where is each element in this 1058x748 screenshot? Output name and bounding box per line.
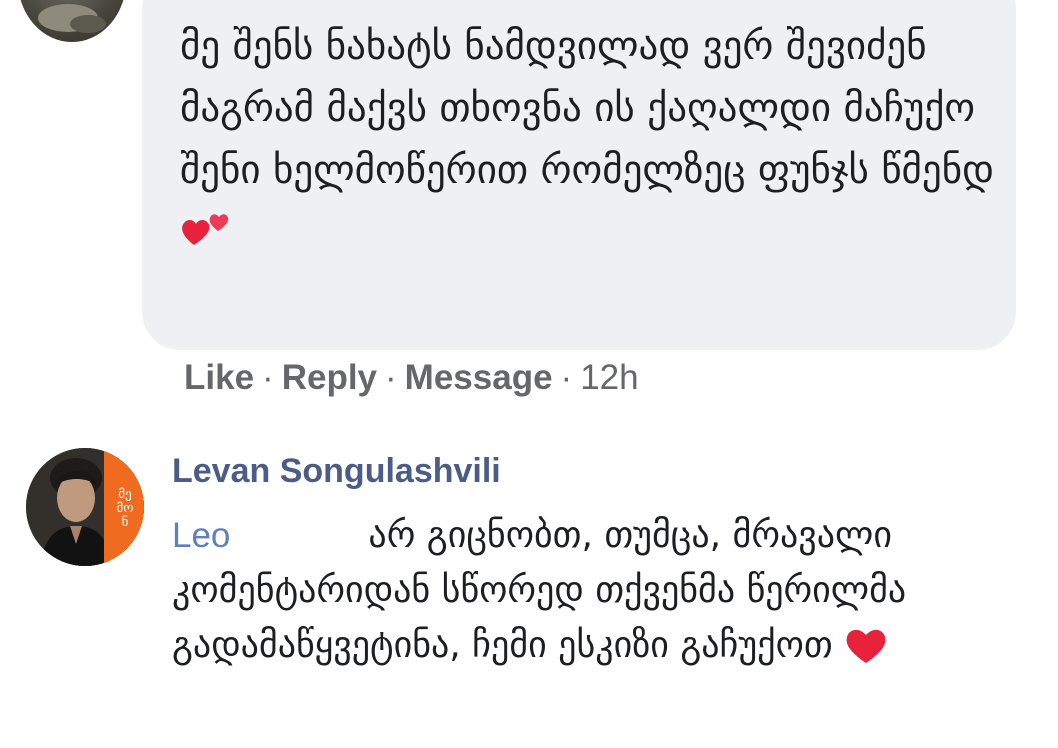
comment-text: მე შენს ნახატს ნამდვილად ვერ შევიძენ მაგ… [180, 16, 1000, 264]
comment-body-text: მე შენს ნახატს ნამდვილად ვერ შევიძენ მაგ… [180, 24, 994, 193]
commenter-avatar[interactable] [18, 0, 126, 42]
comment-thread: მე შენს ნახატს ნამდვილად ვერ შევიძენ მაგ… [0, 0, 1058, 748]
timestamp[interactable]: 12h [580, 358, 638, 397]
separator: · [385, 358, 397, 397]
reply-button[interactable]: Reply [282, 358, 377, 397]
reply-author-avatar[interactable]: მე მო ნ [26, 448, 144, 566]
separator: · [262, 358, 274, 397]
separator: · [560, 358, 573, 397]
comment-actions: Like · Reply · Message · 12h [184, 358, 639, 398]
avatar-photo [38, 4, 106, 33]
like-button[interactable]: Like [184, 358, 254, 397]
message-button[interactable]: Message [405, 358, 553, 397]
reply-author-name[interactable]: Levan Songulashvili [172, 452, 501, 491]
red-heart-icon [844, 625, 888, 665]
comment-bubble: მე შენს ნახატს ნამდვილად ვერ შევიძენ მაგ… [142, 0, 1016, 350]
two-hearts-icon [180, 206, 232, 246]
reply-comment-text: Leo არ გიცნობთ, თუმცა, მრავალი კომენტარიდ… [172, 508, 1032, 673]
reply-body-text: არ გიცნობთ, თუმცა, მრავალი კომენტარიდან … [172, 515, 907, 666]
mention-link[interactable]: Leo [172, 516, 230, 555]
avatar-badge-text: მე მო ნ [116, 487, 134, 530]
